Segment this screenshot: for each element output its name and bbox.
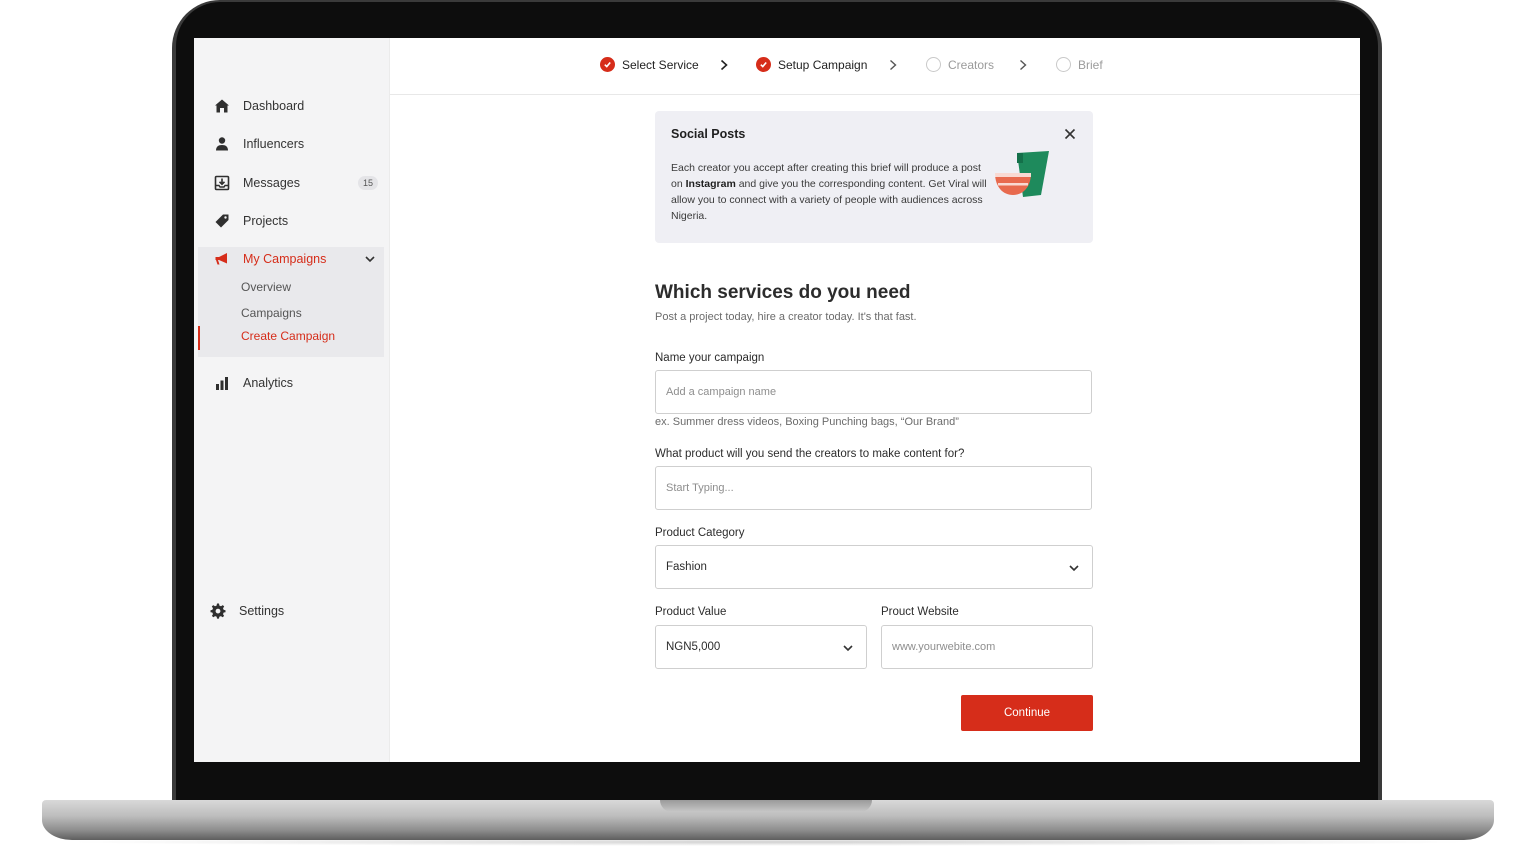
sidebar-item-label: Messages bbox=[243, 176, 300, 190]
product-input[interactable]: Start Typing... bbox=[655, 466, 1092, 510]
megaphone-icon bbox=[214, 251, 230, 267]
mixing-bowl-illustration bbox=[995, 151, 1049, 197]
user-icon bbox=[214, 136, 230, 152]
home-icon bbox=[214, 98, 230, 114]
website-input[interactable]: www.yourwebite.com bbox=[881, 625, 1093, 669]
chevron-down-icon bbox=[1069, 565, 1079, 572]
page-subtitle: Post a project today, hire a creator tod… bbox=[655, 311, 917, 323]
sidebar-item-label: My Campaigns bbox=[243, 252, 327, 266]
tag-icon bbox=[214, 213, 230, 229]
sidebar-item-label: Projects bbox=[243, 214, 289, 228]
circle-icon bbox=[1056, 57, 1071, 72]
sidebar-item-label: Dashboard bbox=[243, 99, 305, 113]
check-icon bbox=[600, 57, 615, 72]
card-description: Each creator you accept after creating t… bbox=[671, 162, 987, 222]
step-label: Setup Campaign bbox=[778, 57, 868, 72]
campaign-name-input[interactable]: Add a campaign name bbox=[655, 370, 1092, 414]
continue-button[interactable]: Continue bbox=[961, 695, 1093, 731]
chevron-down-icon[interactable] bbox=[364, 253, 376, 265]
stepper-header: Select Service Setup Campaign Creators B… bbox=[390, 38, 1360, 95]
sidebar-item-analytics[interactable]: Analytics bbox=[194, 367, 384, 399]
social-posts-card: Social Posts Each creator you accept aft… bbox=[655, 111, 1093, 243]
sidebar-item-settings[interactable]: Settings bbox=[194, 595, 384, 627]
sidebar-sub-create-campaign[interactable]: Create Campaign bbox=[241, 329, 335, 343]
product-label: What product will you send the creators … bbox=[655, 448, 965, 460]
category-select[interactable]: Fashion bbox=[655, 545, 1093, 589]
chevron-down-icon bbox=[843, 645, 853, 652]
sidebar: Dashboard Influencers Messages 15 Projec… bbox=[194, 38, 390, 762]
step-select-service[interactable]: Select Service bbox=[600, 57, 699, 72]
sidebar-item-messages[interactable]: Messages 15 bbox=[194, 167, 384, 199]
product-value-select[interactable]: NGN5,000 bbox=[655, 625, 867, 669]
sidebar-item-my-campaigns[interactable]: My Campaigns bbox=[194, 243, 384, 275]
sidebar-item-label: Analytics bbox=[243, 376, 294, 390]
sidebar-sub-overview[interactable]: Overview bbox=[241, 280, 291, 294]
inbox-icon bbox=[214, 175, 230, 191]
gear-icon bbox=[210, 603, 226, 619]
campaign-name-hint: ex. Summer dress videos, Boxing Punching… bbox=[655, 416, 959, 428]
campaign-name-label: Name your campaign bbox=[655, 352, 765, 364]
chevron-right-icon bbox=[720, 59, 728, 71]
sidebar-item-label: Settings bbox=[239, 604, 285, 618]
category-label: Product Category bbox=[655, 527, 745, 539]
step-creators[interactable]: Creators bbox=[926, 57, 994, 72]
step-label: Brief bbox=[1078, 57, 1103, 72]
check-icon bbox=[756, 57, 771, 72]
sidebar-item-dashboard[interactable]: Dashboard bbox=[194, 90, 384, 122]
sidebar-item-label: Influencers bbox=[243, 137, 305, 151]
product-value-label: Product Value bbox=[655, 606, 727, 618]
website-label: Prouct Website bbox=[881, 606, 959, 618]
sidebar-item-projects[interactable]: Projects bbox=[194, 205, 384, 237]
app-screen: Dashboard Influencers Messages 15 Projec… bbox=[194, 38, 1360, 762]
step-label: Creators bbox=[948, 57, 995, 72]
chevron-right-icon bbox=[890, 59, 897, 71]
category-value: Fashion bbox=[666, 561, 707, 573]
active-indicator bbox=[198, 326, 200, 350]
step-label: Select Service bbox=[622, 57, 699, 72]
sidebar-item-influencers[interactable]: Influencers bbox=[194, 128, 384, 160]
laptop-notch bbox=[660, 800, 872, 812]
step-setup-campaign[interactable]: Setup Campaign bbox=[756, 57, 867, 72]
close-icon[interactable] bbox=[1063, 127, 1077, 141]
circle-icon bbox=[926, 57, 941, 72]
messages-count-badge: 15 bbox=[357, 176, 378, 190]
chevron-right-icon bbox=[1020, 59, 1027, 71]
product-value: NGN5,000 bbox=[666, 641, 721, 653]
page-title: Which services do you need bbox=[655, 282, 911, 303]
bar-chart-icon bbox=[214, 375, 230, 391]
step-brief[interactable]: Brief bbox=[1056, 57, 1103, 72]
card-title: Social Posts bbox=[671, 127, 746, 141]
sidebar-sub-campaigns[interactable]: Campaigns bbox=[241, 306, 302, 320]
